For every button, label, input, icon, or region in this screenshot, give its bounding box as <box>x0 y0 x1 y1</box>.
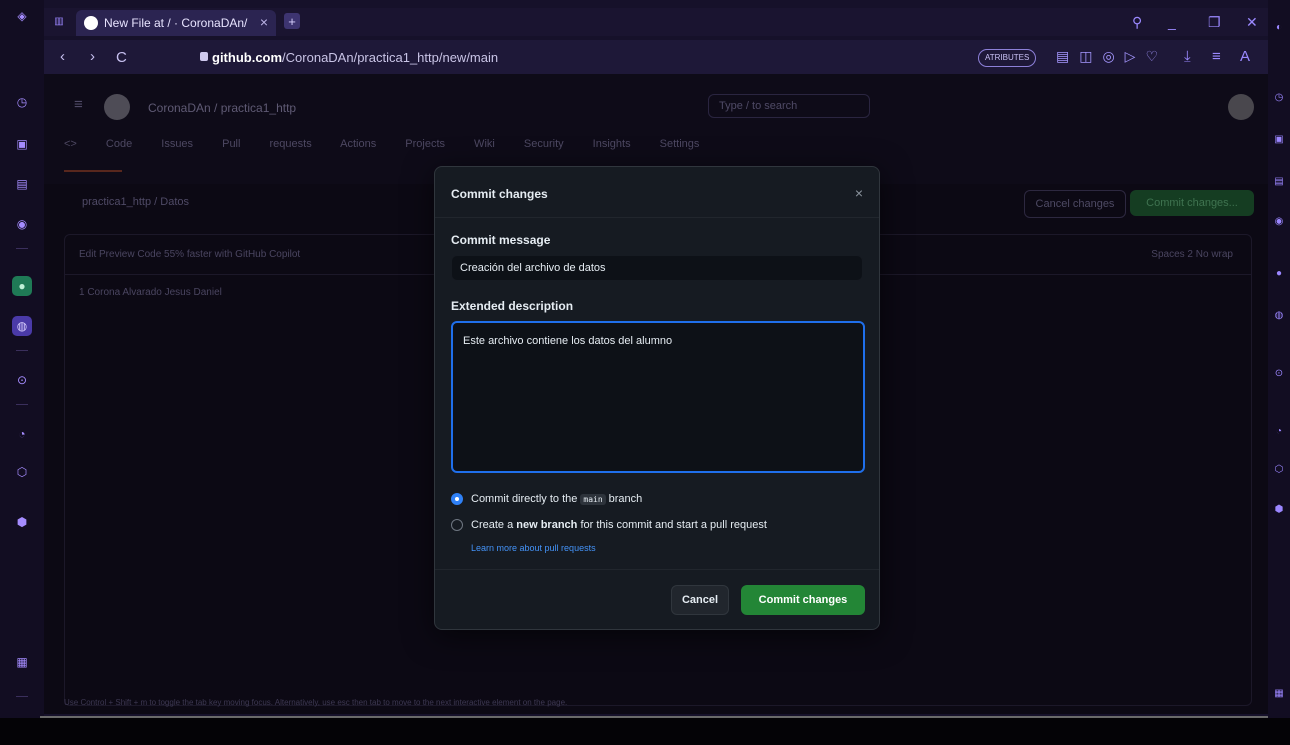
back-icon[interactable]: ‹ <box>60 48 65 65</box>
github-logo-icon[interactable] <box>104 94 130 120</box>
url-field[interactable]: github.com/CoronaDAn/practica1_http/new/… <box>212 50 498 65</box>
settings-icon[interactable]: ⊙ <box>12 370 32 390</box>
right-clock-icon[interactable]: ◔ <box>1272 424 1286 438</box>
commit-message-label: Commit message <box>451 233 551 247</box>
box-icon[interactable]: ▤ <box>12 174 32 194</box>
editor-options[interactable]: Spaces 2 No wrap <box>1151 235 1233 275</box>
branch-name: main <box>580 493 606 505</box>
cube-icon[interactable]: ⬡ <box>12 462 32 482</box>
new-branch-option[interactable]: Create a new branch for this commit and … <box>451 519 767 531</box>
close-tab-icon[interactable]: × <box>260 14 268 30</box>
right-shop-icon[interactable]: ▣ <box>1272 132 1286 146</box>
editor-tabs-label[interactable]: Edit Preview Code 55% faster with GitHub… <box>79 249 300 260</box>
commit-message-input[interactable]: Creación del archivo de datos <box>451 255 863 281</box>
editor-footer-hint: Use Control + Shift + m to toggle the ta… <box>64 698 568 707</box>
close-icon[interactable]: × <box>855 185 863 201</box>
url-domain: github.com <box>212 50 283 65</box>
url-path: /CoronaDAn/practica1_http/new/main <box>282 50 499 65</box>
rail-divider <box>16 248 28 249</box>
rail-divider <box>16 404 28 405</box>
extended-description-label: Extended description <box>451 299 574 313</box>
option-new-bold: new branch <box>516 519 578 531</box>
active-tab-underline <box>64 170 122 172</box>
menu-icon[interactable]: ≡ <box>1212 48 1221 65</box>
browser-tab[interactable]: New File at / · CoronaDAn/ × <box>76 10 276 36</box>
bag-icon[interactable]: ▣ <box>12 134 32 154</box>
extended-description-textarea[interactable]: Este archivo contiene los datos del alum… <box>451 321 865 473</box>
forward-icon[interactable]: › <box>90 48 95 65</box>
extension-icon[interactable]: ⬢ <box>12 512 32 532</box>
file-path[interactable]: practica1_http / Datos <box>82 196 189 208</box>
right-panel-icon[interactable]: ▦ <box>1272 686 1286 700</box>
screen: ◈ ◷ ▣ ▤ ◉ ● ◍ ⊙ ◔ ⬡ ⬢ ▦ ◐ ◷ ▣ ▤ ◉ ● ◍ ⊙ … <box>0 0 1290 722</box>
learn-more-link[interactable]: Learn more about pull requests <box>471 543 596 553</box>
browser-sidebar: ◈ ◷ ▣ ▤ ◉ ● ◍ ⊙ ◔ ⬡ ⬢ ▦ <box>0 0 44 722</box>
close-window-icon[interactable]: ✕ <box>1246 14 1258 31</box>
avatar[interactable] <box>1228 94 1254 120</box>
toolbar-icons[interactable]: ▤◫◎▷♡ <box>1056 48 1168 65</box>
download-icon[interactable]: ⤓ <box>1184 48 1191 65</box>
assistant-icon[interactable]: ◐ <box>1272 20 1286 34</box>
right-discord-icon[interactable]: ◍ <box>1272 308 1286 322</box>
clock-icon[interactable]: ◔ <box>12 424 32 444</box>
repo-breadcrumb[interactable]: CoronaDAn / practica1_http <box>148 101 296 115</box>
panel-icon[interactable]: ▦ <box>12 652 32 672</box>
dialog-divider <box>435 569 879 570</box>
option-direct-text-2: branch <box>608 493 643 505</box>
right-cube-icon[interactable]: ⬡ <box>1272 462 1286 476</box>
github-search[interactable]: Type / to search <box>708 94 870 118</box>
commit-changes-top-button[interactable]: Commit changes... <box>1130 190 1254 216</box>
right-sidebar: ◐ ◷ ▣ ▤ ◉ ● ◍ ⊙ ◔ ⬡ ⬢ ▦ <box>1268 0 1290 722</box>
discord-icon[interactable]: ◍ <box>12 316 32 336</box>
commit-direct-option[interactable]: Commit directly to the main branch <box>451 493 642 505</box>
hamburger-icon[interactable]: ≡ <box>74 96 83 113</box>
radio-unselected[interactable] <box>451 519 463 531</box>
tab-title: New File at / · CoronaDAn/ <box>104 16 248 30</box>
right-box-icon[interactable]: ▤ <box>1272 174 1286 188</box>
right-history-icon[interactable]: ◷ <box>1272 90 1286 104</box>
code-line[interactable]: 1 Corona Alvarado Jesus Daniel <box>79 287 222 298</box>
cancel-button[interactable]: Cancel <box>671 585 729 615</box>
right-extension-icon[interactable]: ⬢ <box>1272 502 1286 516</box>
address-bar: ‹ › C github.com/CoronaDAn/practica1_htt… <box>44 40 1268 74</box>
rail-divider <box>16 350 28 351</box>
tab-strip: ▥ New File at / · CoronaDAn/ × + ⚲ _ ❐ ✕ <box>44 8 1268 36</box>
github-favicon-icon <box>84 16 98 30</box>
browser-logo-icon[interactable]: ◈ <box>12 6 32 26</box>
new-tab-icon[interactable]: + <box>284 13 300 29</box>
cancel-changes-button[interactable]: Cancel changes <box>1024 190 1126 218</box>
search-tabs-icon[interactable]: ⚲ <box>1132 14 1142 31</box>
reload-icon[interactable]: C <box>116 49 127 66</box>
dialog-title: Commit changes <box>451 187 548 201</box>
radio-selected[interactable] <box>451 493 463 505</box>
rail-divider <box>16 696 28 697</box>
maximize-icon[interactable]: ❐ <box>1208 14 1221 31</box>
messenger-icon[interactable]: ◉ <box>12 214 32 234</box>
screen-bottom-band <box>0 718 1290 745</box>
whatsapp-icon[interactable]: ● <box>12 276 32 296</box>
history-icon[interactable]: ◷ <box>12 92 32 112</box>
option-direct-text-1: Commit directly to the <box>471 493 578 505</box>
reader-badge[interactable]: ATRIBUTES <box>978 49 1037 67</box>
dialog-header: Commit changes × <box>435 167 879 218</box>
option-new-text-1: Create a <box>471 519 514 531</box>
right-messenger-icon[interactable]: ◉ <box>1272 214 1286 228</box>
right-whatsapp-icon[interactable]: ● <box>1272 266 1286 280</box>
tab-list-icon[interactable]: ▥ <box>52 14 66 28</box>
repo-tabs[interactable]: <> Code Issues Pull requests Actions Pro… <box>64 138 699 150</box>
commit-changes-button[interactable]: Commit changes <box>741 585 865 615</box>
right-settings-icon[interactable]: ⊙ <box>1272 366 1286 380</box>
lock-icon <box>200 52 208 61</box>
profile-icon[interactable]: A <box>1240 48 1250 65</box>
commit-dialog: Commit changes × Commit message Creación… <box>434 166 880 630</box>
option-new-text-2: for this commit and start a pull request <box>580 519 767 531</box>
minimize-icon[interactable]: _ <box>1168 14 1176 30</box>
